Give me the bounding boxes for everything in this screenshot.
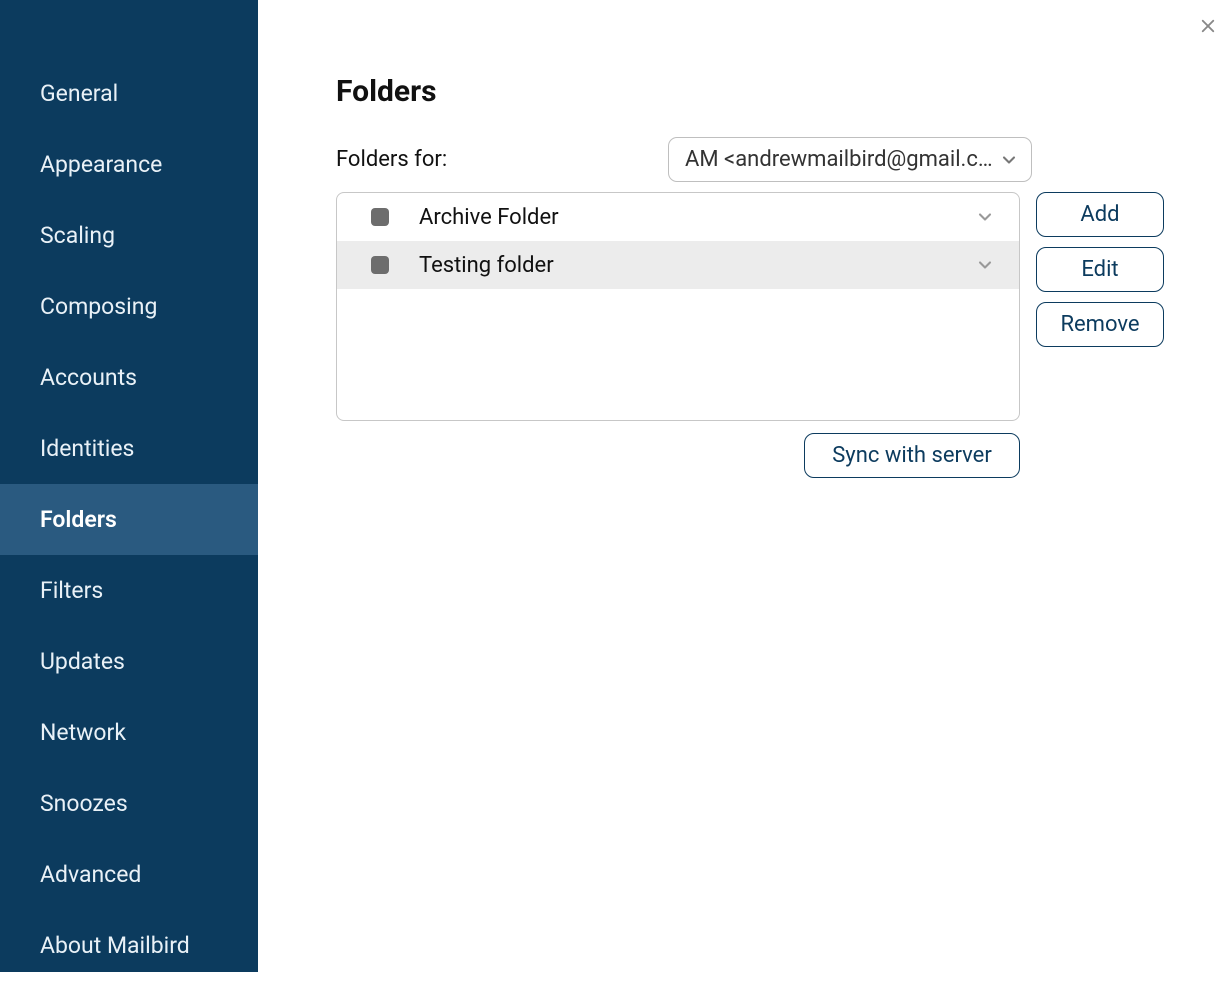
sidebar-item-label: Composing bbox=[40, 293, 157, 320]
folder-row[interactable]: Testing folder bbox=[337, 241, 1019, 289]
sidebar-item-identities[interactable]: Identities bbox=[0, 413, 258, 484]
sidebar-item-updates[interactable]: Updates bbox=[0, 626, 258, 697]
sidebar-item-label: Filters bbox=[40, 577, 103, 604]
sidebar-item-general[interactable]: General bbox=[0, 58, 258, 129]
sidebar-item-label: Appearance bbox=[40, 151, 162, 178]
sidebar-item-appearance[interactable]: Appearance bbox=[0, 129, 258, 200]
sidebar-item-snoozes[interactable]: Snoozes bbox=[0, 768, 258, 839]
account-select-value: AM <andrewmailbird@gmail.c… bbox=[685, 147, 993, 172]
sidebar-item-label: Identities bbox=[40, 435, 134, 462]
folders-for-row: Folders for: AM <andrewmailbird@gmail.c… bbox=[336, 137, 1164, 182]
main-panel: Folders Folders for: AM <andrewmailbird@… bbox=[258, 0, 1227, 972]
folder-action-buttons: Add Edit Remove bbox=[1036, 192, 1164, 347]
sidebar-item-label: About Mailbird bbox=[40, 932, 190, 959]
sidebar-item-label: Updates bbox=[40, 648, 125, 675]
sidebar-item-advanced[interactable]: Advanced bbox=[0, 839, 258, 910]
sidebar-item-label: Scaling bbox=[40, 222, 115, 249]
sidebar-item-label: Snoozes bbox=[40, 790, 128, 817]
folder-name: Testing folder bbox=[419, 253, 975, 278]
folder-icon bbox=[371, 208, 389, 226]
sidebar-item-label: Advanced bbox=[40, 861, 141, 888]
sidebar-item-label: General bbox=[40, 80, 118, 107]
sidebar-item-label: Accounts bbox=[40, 364, 137, 391]
chevron-down-icon bbox=[975, 207, 995, 227]
sidebar-item-scaling[interactable]: Scaling bbox=[0, 200, 258, 271]
page-title: Folders bbox=[336, 74, 1164, 109]
close-icon bbox=[1199, 17, 1217, 35]
sidebar-item-folders[interactable]: Folders bbox=[0, 484, 258, 555]
sidebar-item-network[interactable]: Network bbox=[0, 697, 258, 768]
folder-list: Archive Folder Testing folder bbox=[336, 192, 1020, 421]
sidebar-item-label: Folders bbox=[40, 506, 117, 533]
sync-button[interactable]: Sync with server bbox=[804, 433, 1020, 478]
sidebar-item-label: Network bbox=[40, 719, 126, 746]
folder-name: Archive Folder bbox=[419, 205, 975, 230]
edit-button[interactable]: Edit bbox=[1036, 247, 1164, 292]
close-button[interactable] bbox=[1194, 12, 1222, 40]
account-select[interactable]: AM <andrewmailbird@gmail.c… bbox=[668, 137, 1032, 182]
sidebar-item-accounts[interactable]: Accounts bbox=[0, 342, 258, 413]
chevron-down-icon bbox=[999, 150, 1019, 170]
folder-row[interactable]: Archive Folder bbox=[337, 193, 1019, 241]
folder-icon bbox=[371, 256, 389, 274]
remove-button[interactable]: Remove bbox=[1036, 302, 1164, 347]
add-button[interactable]: Add bbox=[1036, 192, 1164, 237]
folders-for-label: Folders for: bbox=[336, 147, 650, 172]
sidebar-item-composing[interactable]: Composing bbox=[0, 271, 258, 342]
chevron-down-icon bbox=[975, 255, 995, 275]
settings-sidebar: General Appearance Scaling Composing Acc… bbox=[0, 0, 258, 972]
sidebar-item-filters[interactable]: Filters bbox=[0, 555, 258, 626]
sidebar-item-about[interactable]: About Mailbird bbox=[0, 910, 258, 981]
